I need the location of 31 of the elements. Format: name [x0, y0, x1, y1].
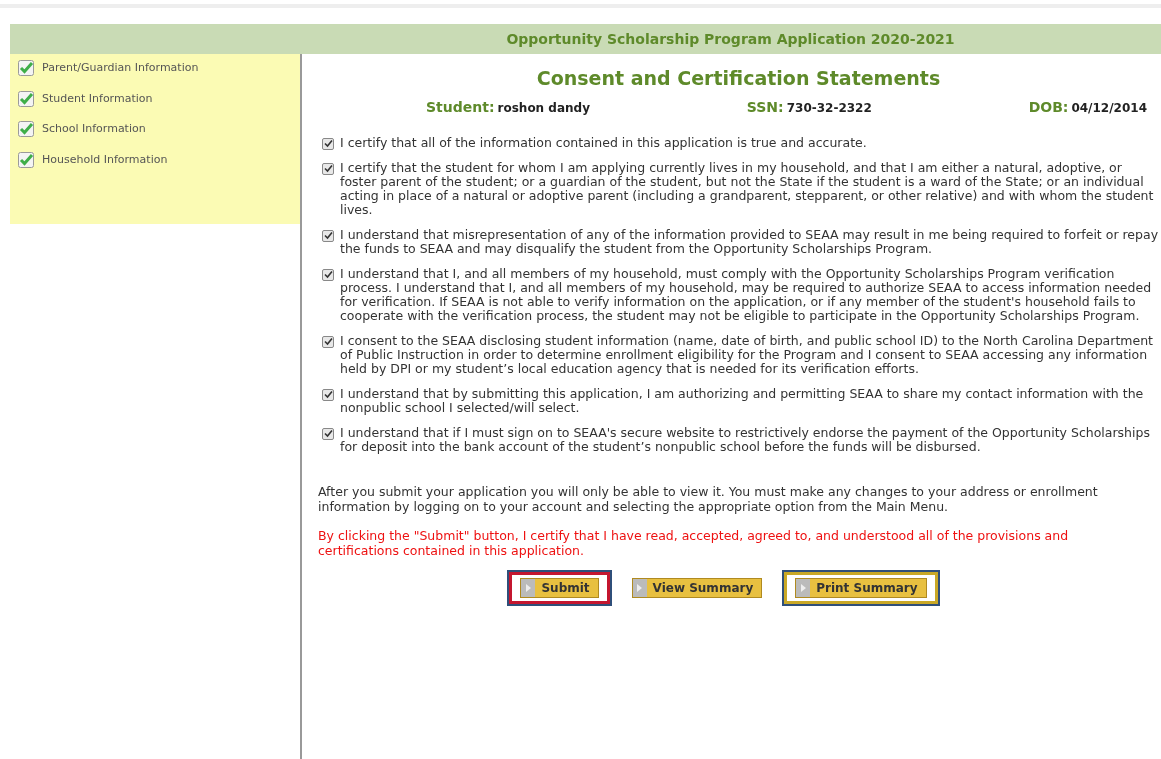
- statement-text: I understand that I, and all members of my household, must comply with the Opportunity Scholarships Program verification process. I understand that I, and all members of my household, may be required to authorize SEAA to access information needed for verification. If SEAA is not able to verify information on the application, or if any member of the student's household fails to cooperate with the verification process, the student may not be eligible to participate in the Opportunity Scholarships Program.: [340, 266, 1153, 323]
- checkbox[interactable]: [322, 229, 334, 242]
- sidebar-item[interactable]: Household Information: [42, 151, 168, 168]
- checkbox[interactable]: [322, 335, 334, 348]
- warning-paragraph: By clicking the "Submit" button, I certify that I have read, accepted, agreed to, and understood all of the provisions and certifications contained in this application.: [318, 527, 1070, 558]
- action-button[interactable]: View Summary: [631, 577, 763, 598]
- field-label: SSN:: [746, 97, 784, 117]
- section-title: Consent and Certification Statements: [535, 66, 942, 91]
- statement-text: I understand that misrepresentation of any of the information provided to SEAA may result in me being required to forfeit or repay the funds to SEAA and may disqualify the student from the Opportunity Scholarships Program.: [340, 227, 1159, 256]
- field-label: Student:: [426, 97, 495, 117]
- sidebar-item[interactable]: School Information: [42, 121, 146, 138]
- field-value: 730-32-2322: [786, 99, 872, 117]
- action-button[interactable]: Print Summary: [795, 577, 927, 598]
- checkbox[interactable]: [322, 388, 334, 401]
- checkbox[interactable]: [322, 137, 334, 150]
- field-value: 04/12/2014: [1071, 99, 1147, 117]
- statement-text: I understand that if I must sign on to SEAA's secure website to restrictively endorse the payment of the Opportunity Scholarships for deposit into the bank account of the student’s nonpublic school before the funds will be disbursed.: [340, 425, 1151, 454]
- field-value: roshon dandy: [497, 99, 590, 117]
- sidebar-item[interactable]: Student Information: [42, 90, 153, 107]
- statement-text: I understand that by submitting this application, I am authorizing and permitting SEAA to share my contact information with the nonpublic school I selected/will select.: [340, 386, 1145, 415]
- statement-text: I certify that all of the information contained in this application is true and accurate.: [340, 135, 867, 150]
- field-label: DOB:: [1028, 97, 1069, 117]
- info-paragraph: After you submit your application you will only be able to view it. You must make any changes to your address or enrollment information by logging on to your account and selecting the appropriate option from the Main Menu.: [318, 483, 1099, 514]
- page-title: Opportunity Scholarship Program Application 2020-2021: [505, 29, 955, 49]
- statement-text: I certify that the student for whom I am applying currently lives in my household, and that I am either a natural, adoptive, or foster parent of the student; or a guardian of the student, but not the State if the student is a ward of the State; or an individual acting in place of a natural or adoptive parent (including a grandparent, stepparent, or other relative) and with whom the student lives.: [340, 160, 1155, 217]
- checkbox[interactable]: [322, 162, 334, 175]
- sidebar-item[interactable]: Parent/Guardian Information: [42, 60, 199, 77]
- statement-text: I consent to the SEAA disclosing student information (name, date of birth, and public school ID) to the North Carolina Department of Public Instruction in order to determine enrollment eligibility for the Program and I consent to SEAA accessing any information held by DPI or my student’s local education agency that is needed for its verification efforts.: [340, 333, 1154, 376]
- checkbox[interactable]: [322, 268, 334, 281]
- action-button[interactable]: Submit: [520, 577, 599, 598]
- checkbox[interactable]: [322, 427, 334, 440]
